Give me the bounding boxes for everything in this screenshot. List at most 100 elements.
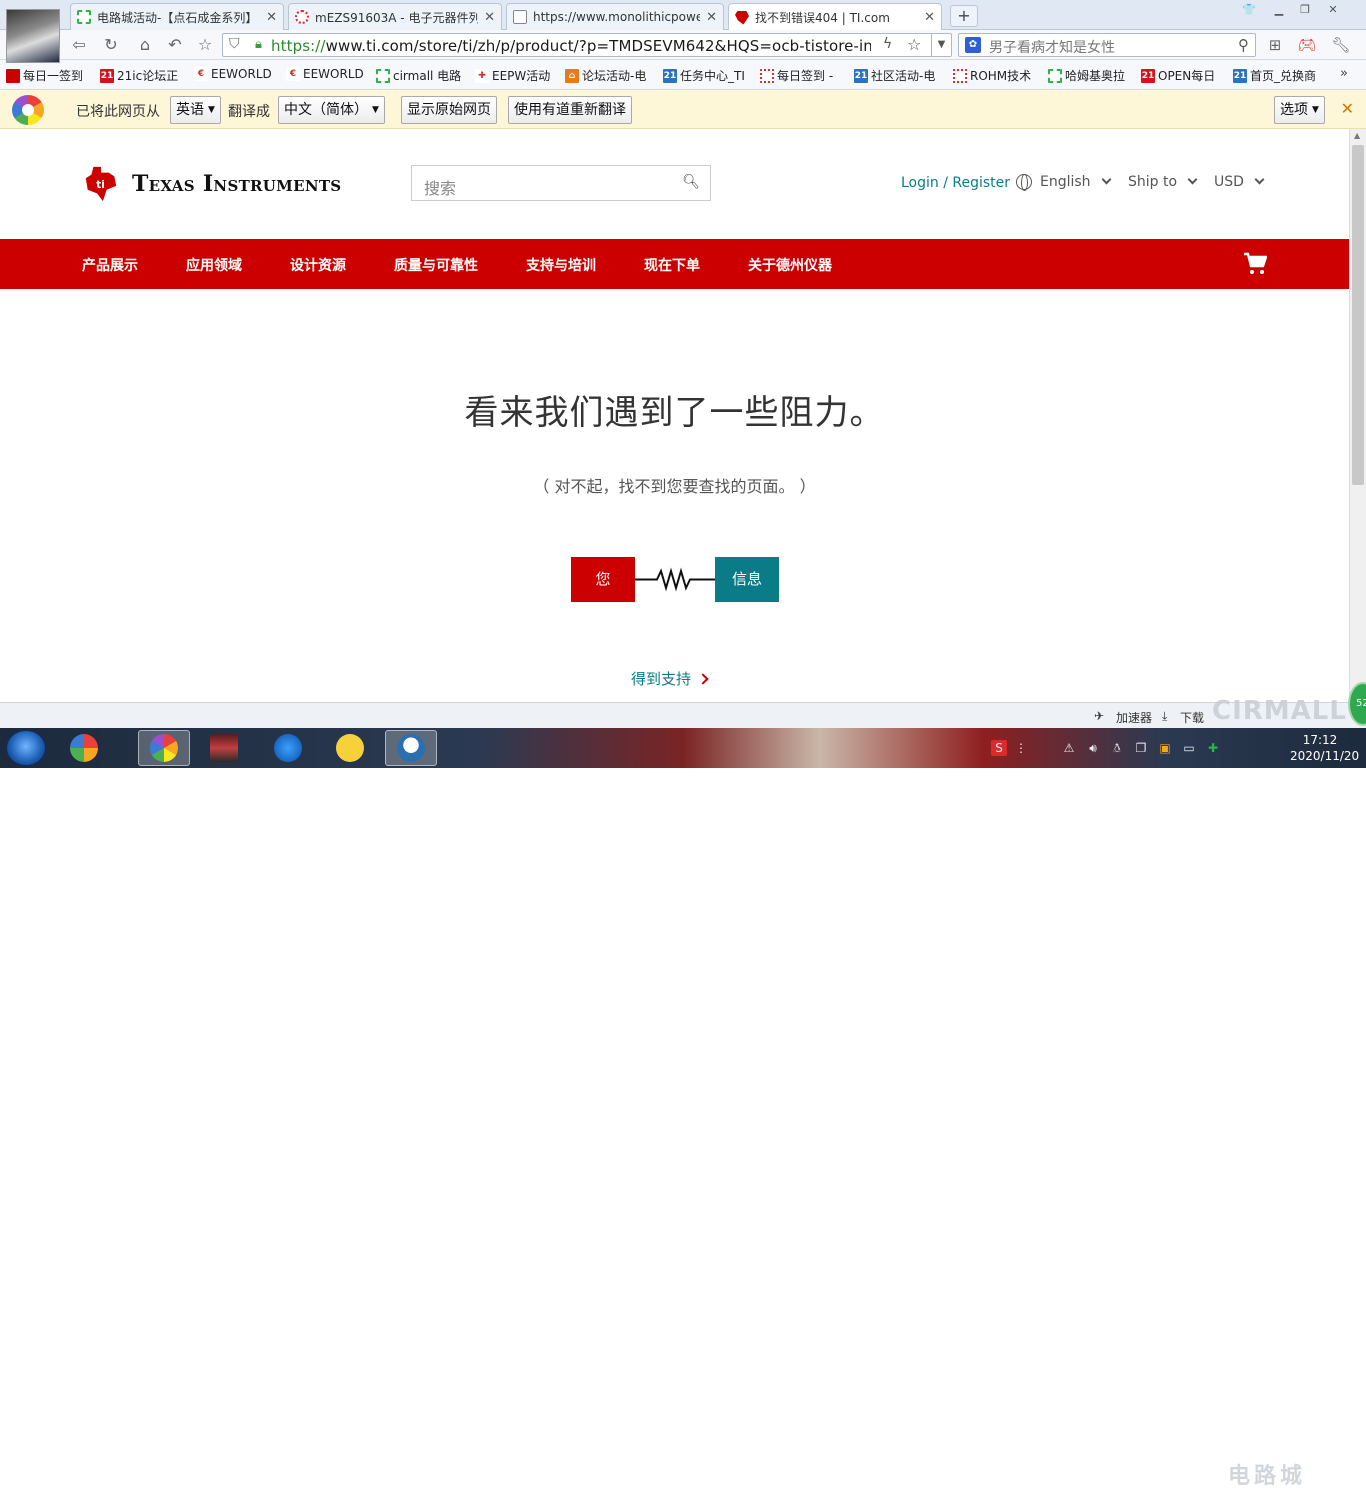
chevron-down-icon[interactable]: ▼ bbox=[931, 34, 951, 56]
search-icon[interactable]: 🔍︎ bbox=[682, 174, 700, 190]
volume-icon[interactable]: 🔊︎ bbox=[1085, 740, 1101, 756]
language-selector[interactable]: English bbox=[1016, 174, 1112, 191]
minimize-button[interactable]: ▁ bbox=[1268, 2, 1290, 18]
apps-grid-icon[interactable]: ⊞ bbox=[1264, 35, 1286, 55]
bookmark-item[interactable]: 哈姆基奥拉 bbox=[1048, 67, 1125, 84]
search-query[interactable]: 男子看病才知是女性 bbox=[989, 37, 1115, 57]
accelerator-icon[interactable]: ✈ bbox=[1094, 709, 1104, 723]
speed-mode-icon[interactable]: ϟ bbox=[883, 36, 892, 52]
shopping-cart-icon[interactable] bbox=[1243, 252, 1267, 276]
more-bookmarks-button[interactable]: » bbox=[1340, 66, 1348, 81]
security-shield-icon[interactable]: ⛉ bbox=[229, 36, 240, 52]
bookmark-item[interactable]: cirmall 电路 bbox=[376, 67, 461, 84]
sogou-input-icon[interactable]: S bbox=[991, 740, 1007, 756]
accelerator-label[interactable]: 加速器 bbox=[1116, 709, 1152, 726]
nav-quality[interactable]: 质量与可靠性 bbox=[394, 255, 478, 275]
translate-options-button[interactable]: 选项 ▼ bbox=[1274, 96, 1325, 124]
source-language-select[interactable]: 英语 ▼ bbox=[170, 96, 221, 124]
ship-to-selector[interactable]: Ship to bbox=[1128, 174, 1198, 190]
taskbar-app-fs[interactable] bbox=[262, 730, 314, 766]
browser-icon bbox=[150, 734, 178, 762]
folder-sync-icon[interactable]: ▣ bbox=[1157, 740, 1173, 756]
tab-mezs[interactable]: mEZS91603A - 电子元器件列表 ✕ bbox=[288, 3, 502, 30]
download-icon[interactable]: ⤓ bbox=[1162, 709, 1167, 724]
refresh-icon[interactable]: ↻ bbox=[100, 35, 122, 55]
bookmark-item[interactable]: ROHM技术 bbox=[953, 67, 1031, 84]
site-search-input[interactable]: 搜索 🔍︎ bbox=[411, 165, 711, 201]
close-tab-icon[interactable]: ✕ bbox=[706, 10, 717, 25]
taskbar-app-photos[interactable] bbox=[58, 730, 110, 766]
tab-cirmall[interactable]: 电路城活动-【点石成金系列】 ✕ bbox=[70, 3, 284, 30]
scrollbar-thumb[interactable] bbox=[1352, 145, 1364, 485]
taskbar-app-browser[interactable] bbox=[138, 730, 190, 766]
nav-applications[interactable]: 应用领域 bbox=[186, 255, 242, 275]
tab-ti-404[interactable]: 找不到错误404 | TI.com ✕ bbox=[728, 3, 942, 31]
qq-icon[interactable]: 🐧︎ bbox=[1109, 740, 1125, 756]
home-icon[interactable]: ⌂ bbox=[134, 35, 156, 55]
restore-button[interactable]: ❐ bbox=[1294, 2, 1316, 18]
undo-close-icon[interactable]: ↶ bbox=[164, 35, 186, 55]
cirmall-watermark: CIRMALL bbox=[1212, 696, 1347, 726]
bookmark-item[interactable]: 21 任务中心_TI bbox=[663, 67, 745, 84]
nav-support-training[interactable]: 支持与培训 bbox=[526, 255, 596, 275]
close-icon[interactable]: ✕ bbox=[1341, 99, 1354, 118]
close-window-button[interactable]: ✕ bbox=[1322, 2, 1344, 18]
bookmark-item[interactable]: 21 21ic论坛正 bbox=[100, 67, 178, 84]
nav-about-ti[interactable]: 关于德州仪器 bbox=[748, 255, 832, 275]
taskbar-app-player[interactable] bbox=[198, 730, 250, 766]
eepw-icon: ✚ bbox=[475, 68, 489, 83]
taskbar-app-emoji[interactable] bbox=[324, 730, 376, 766]
new-tab-button[interactable]: + bbox=[950, 5, 978, 27]
ti-logo[interactable]: ti Texas Instruments bbox=[82, 165, 341, 203]
scroll-up-arrow-icon[interactable]: ▲ bbox=[1354, 131, 1360, 140]
address-bar[interactable]: ⛉ 🔒︎ https://www.ti.com/store/ti/zh/p/pr… bbox=[222, 33, 952, 57]
bookmark-item[interactable]: € EEWORLD bbox=[194, 67, 272, 81]
user-avatar[interactable] bbox=[6, 9, 60, 63]
nav-order-now[interactable]: 现在下单 bbox=[644, 255, 700, 275]
copy-icon[interactable]: ❐ bbox=[1133, 740, 1149, 756]
retranslate-button[interactable]: 使用有道重新翻译 bbox=[508, 96, 632, 124]
url-text[interactable]: https://www.ti.com/store/ti/zh/p/product… bbox=[271, 37, 871, 55]
vertical-scrollbar[interactable]: ▲ bbox=[1349, 129, 1366, 702]
system-clock[interactable]: 17:12 2020/11/20 bbox=[1290, 732, 1359, 764]
bookmark-item[interactable]: ⌂ 论坛活动-电 bbox=[565, 67, 646, 84]
login-register-link[interactable]: Login / Register bbox=[901, 175, 1010, 191]
search-icon[interactable]: ⚲ bbox=[1238, 36, 1249, 54]
bookmark-item[interactable]: ✚ EEPW活动 bbox=[475, 67, 550, 84]
nav-design-resources[interactable]: 设计资源 bbox=[290, 255, 346, 275]
close-tab-icon[interactable]: ✕ bbox=[266, 10, 277, 25]
bookmark-item[interactable]: 21 OPEN每日 bbox=[1141, 67, 1215, 84]
bookmark-item[interactable]: 每日一签到 bbox=[6, 67, 83, 84]
bookmark-item[interactable]: 21 首页_兑换商 bbox=[1233, 67, 1316, 84]
bookmark-item[interactable]: 每日签到 - bbox=[760, 67, 833, 84]
taskbar-app-avatar[interactable] bbox=[385, 730, 437, 766]
display-icon[interactable]: ▭ bbox=[1181, 740, 1197, 756]
target-language-select[interactable]: 中文（简体） ▼ bbox=[278, 96, 385, 124]
gamepad-icon[interactable]: 🎮︎ bbox=[1296, 35, 1318, 55]
favorites-star-icon[interactable]: ☆ bbox=[194, 35, 216, 55]
wrench-icon[interactable]: 🔧︎ bbox=[1330, 35, 1352, 55]
chevron-down-icon: ▼ bbox=[372, 105, 379, 115]
download-label[interactable]: 下载 bbox=[1180, 709, 1204, 726]
bookmark-star-icon[interactable]: ☆ bbox=[907, 35, 921, 54]
close-tab-icon[interactable]: ✕ bbox=[924, 10, 935, 25]
tab-monolithicpower[interactable]: https://www.monolithicpower ✕ bbox=[506, 3, 724, 30]
get-support-link[interactable]: 得到支持 bbox=[631, 668, 709, 689]
skin-icon[interactable]: 👕 bbox=[1238, 2, 1260, 18]
close-tab-icon[interactable]: ✕ bbox=[484, 10, 495, 25]
bookmark-item[interactable]: 21 社区活动-电 bbox=[854, 67, 935, 84]
security-icon[interactable]: ✚ bbox=[1205, 740, 1221, 756]
nav-products[interactable]: 产品展示 bbox=[82, 255, 138, 275]
cirmall-icon bbox=[376, 68, 390, 83]
baidu-icon[interactable]: ✿ bbox=[965, 37, 981, 53]
21-icon: 21 bbox=[663, 68, 677, 83]
input-options-icon[interactable]: ⋮ bbox=[1013, 740, 1029, 756]
info-box: 信息 bbox=[715, 557, 779, 602]
search-engine-box[interactable]: ✿ 男子看病才知是女性 ⚲ bbox=[958, 33, 1256, 57]
bookmark-item[interactable]: € EEWORLD bbox=[286, 67, 364, 81]
show-original-button[interactable]: 显示原始网页 bbox=[401, 96, 497, 124]
start-button[interactable] bbox=[6, 730, 46, 766]
network-speed-icon[interactable]: ⚠ bbox=[1061, 740, 1077, 756]
currency-selector[interactable]: USD bbox=[1214, 174, 1265, 190]
back-arrow-icon[interactable]: ⇦ bbox=[68, 35, 90, 55]
